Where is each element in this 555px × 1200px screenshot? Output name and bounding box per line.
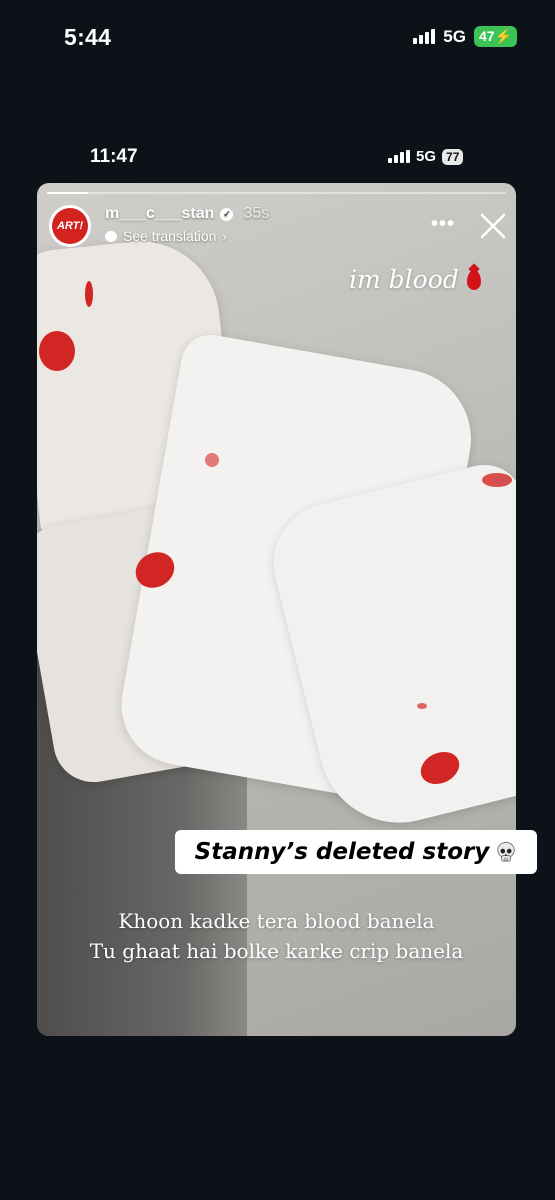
signal-icon [388,150,410,163]
story-sticker-text: im blood [349,265,481,294]
close-icon[interactable] [478,211,508,241]
verified-icon: ✓ [220,207,234,221]
blood-stain [482,473,512,487]
blood-stain [39,331,75,371]
caption-label-text: Stanny’s deleted story [194,839,490,865]
story-header-user[interactable]: m___c___stan ✓ 35s [105,205,269,223]
network-type: 5G [443,26,466,46]
chevron-right-icon: › [222,228,227,244]
battery-icon: 77 [442,148,464,165]
caption-label: Stanny’s deleted story [175,830,537,874]
battery-icon: 47⚡ [473,26,517,47]
blood-stain [417,703,427,709]
chat-bubble-icon [105,230,117,242]
story-viewer[interactable]: ART! m___c___stan ✓ 35s See translation … [37,183,516,1036]
see-translation-link[interactable]: See translation › [105,228,227,244]
battery-level: 47 [478,28,495,44]
story-progress-fill [47,192,89,194]
skull-icon [497,842,515,862]
inner-network-type: 5G [416,148,437,165]
sticker-label: im blood [349,265,459,294]
blood-drop-icon [466,269,481,290]
inner-battery-level: 77 [446,149,460,164]
time-ago: 35s [243,205,270,222]
story-progress-bar [47,192,506,194]
status-time: 5:44 [64,24,112,50]
blood-stain [85,281,93,307]
avatar-text: ART! [52,208,88,244]
more-icon[interactable]: ••• [431,213,455,236]
avatar[interactable]: ART! [49,205,91,247]
signal-icon [413,29,436,44]
username[interactable]: m___c___stan [105,205,214,223]
lyrics-line: Tu ghaat hai bolke karke crip banela [89,939,464,963]
story-lyrics: Khoon kadke tera blood banela Tu ghaat h… [37,906,516,966]
inner-status-time: 11:47 [90,146,138,167]
outer-status-bar: 5:44 5G 47⚡ [0,0,555,75]
lyrics-line: Khoon kadke tera blood banela [118,909,435,933]
blood-stain [205,453,219,467]
see-translation-label: See translation [123,228,217,244]
